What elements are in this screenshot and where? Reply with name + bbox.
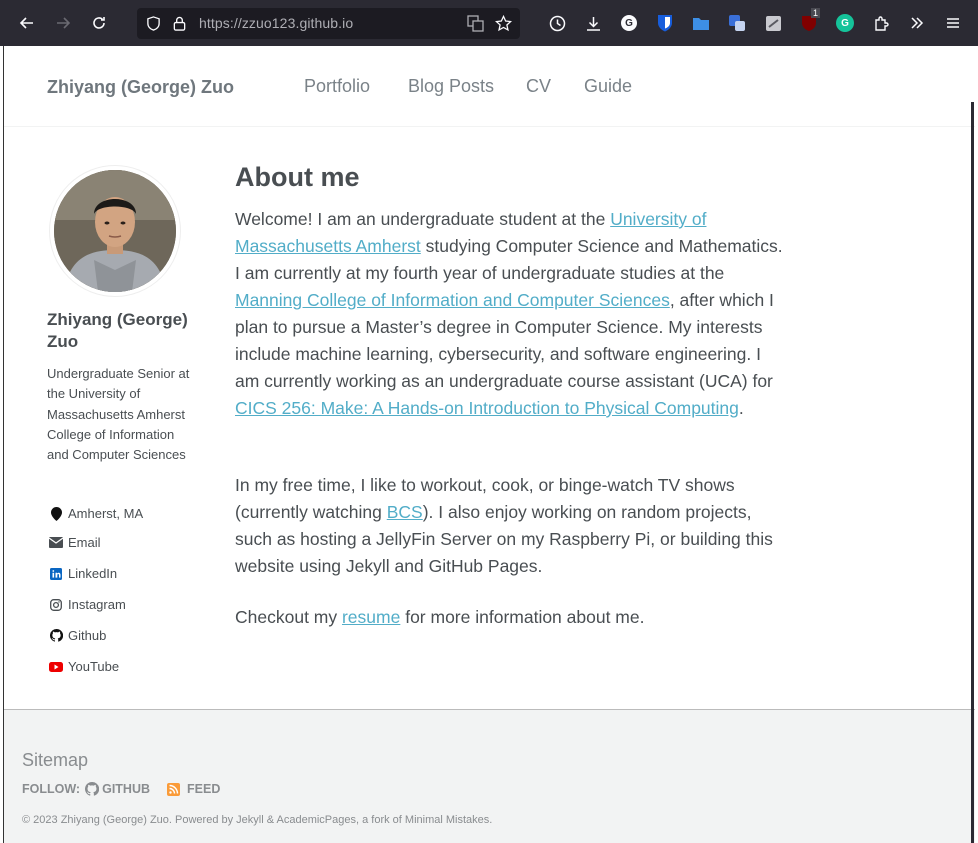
double-chevron-icon <box>911 17 924 29</box>
download-icon <box>586 16 600 31</box>
masthead: Zhiyang (George) Zuo Portfolio Blog Post… <box>4 46 975 127</box>
forward-button[interactable] <box>51 11 75 35</box>
url-text: https://zzuo123.github.io <box>199 15 354 31</box>
extension-g[interactable]: G <box>618 12 640 34</box>
author-instagram-link[interactable]: Instagram <box>49 597 126 612</box>
author-youtube-link[interactable]: YouTube <box>49 659 119 674</box>
hamburger-icon <box>947 18 959 28</box>
bcs-link[interactable]: BCS <box>387 502 423 522</box>
email-label: Email <box>68 535 101 550</box>
footer-github-label: GITHUB <box>102 782 151 796</box>
footer-feed-label: FEED <box>187 782 221 796</box>
extension-badge: 1 <box>811 8 821 18</box>
site-title[interactable]: Zhiyang (George) Zuo <box>47 77 234 98</box>
author-github-link[interactable]: Github <box>49 628 106 643</box>
resume-text-1: Checkout my <box>235 607 342 627</box>
downloads-button[interactable] <box>582 12 604 34</box>
page-footer: Sitemap FOLLOW: GITHUB FEED © 2023 Zhiya… <box>4 709 975 843</box>
reload-icon <box>93 17 105 29</box>
resume-paragraph: Checkout my resume for more information … <box>235 604 787 631</box>
youtube-icon <box>49 660 63 674</box>
history-button[interactable] <box>546 12 568 34</box>
github-icon <box>49 629 63 643</box>
back-button[interactable] <box>15 11 39 35</box>
sitemap-link[interactable]: Sitemap <box>22 750 88 771</box>
follow-bar: FOLLOW: GITHUB FEED <box>22 782 220 796</box>
avatar <box>49 165 181 297</box>
nav-blog-posts[interactable]: Blog Posts <box>408 76 494 97</box>
bitwarden-shield-icon <box>658 15 672 32</box>
overflow-button[interactable] <box>906 12 928 34</box>
profile-photo <box>54 170 176 292</box>
instagram-icon <box>49 598 63 612</box>
intro-paragraph: Welcome! I am an undergraduate student a… <box>235 206 787 422</box>
github-icon <box>85 782 100 796</box>
author-name: Zhiyang (George) Zuo <box>47 310 188 351</box>
address-bar[interactable]: https://zzuo123.github.io <box>137 8 520 39</box>
page-title: About me <box>235 162 360 192</box>
resume-text-2: for more information about me. <box>400 607 645 627</box>
shield-icon[interactable] <box>146 16 161 31</box>
free-time-paragraph: In my free time, I like to workout, cook… <box>235 472 787 580</box>
extension-grey[interactable] <box>762 12 784 34</box>
manning-college-link[interactable]: Manning College of Information and Compu… <box>235 290 670 310</box>
nav-cv[interactable]: CV <box>526 76 551 97</box>
tool-extension-icon <box>765 15 781 31</box>
map-pin-icon <box>49 506 63 521</box>
envelope-icon <box>49 536 63 550</box>
extensions-button[interactable] <box>870 12 892 34</box>
follow-label: FOLLOW: <box>22 782 81 796</box>
nav-guide[interactable]: Guide <box>584 76 632 97</box>
resume-link[interactable]: resume <box>342 607 400 627</box>
intro-text-1: Welcome! I am an undergraduate student a… <box>235 209 611 229</box>
browser-toolbar: https://zzuo123.github.io G 1 G <box>0 0 978 46</box>
menu-button[interactable] <box>942 12 964 34</box>
location-label: Amherst, MA <box>68 506 144 521</box>
github-label: Github <box>68 628 107 643</box>
rss-icon <box>167 782 181 796</box>
footer-github-link[interactable]: GITHUB <box>85 782 150 796</box>
linkedin-icon <box>49 567 63 581</box>
extension-ublock[interactable]: 1 <box>798 8 821 34</box>
clock-icon <box>549 15 565 31</box>
footer-feed-link[interactable]: FEED <box>167 782 220 796</box>
translate-icon[interactable] <box>467 15 484 32</box>
folder-icon <box>693 18 709 30</box>
author-linkedin-link[interactable]: LinkedIn <box>49 566 117 581</box>
forward-arrow-icon <box>57 17 71 29</box>
back-arrow-icon <box>19 17 33 29</box>
scrollbar[interactable] <box>971 102 974 843</box>
page-content: Zhiyang (George) Zuo Portfolio Blog Post… <box>3 46 975 843</box>
extension-translate[interactable] <box>726 12 748 34</box>
author-location: Amherst, MA <box>49 506 143 521</box>
reload-button[interactable] <box>87 11 111 35</box>
extension-bitwarden[interactable] <box>654 12 676 34</box>
g-extension-icon: G <box>621 15 637 31</box>
grammarly-icon: G <box>836 14 854 32</box>
puzzle-icon <box>874 15 889 31</box>
extension-folder[interactable] <box>690 12 712 34</box>
intro-text-4: . <box>738 398 744 418</box>
linkedin-label: LinkedIn <box>68 566 118 581</box>
nav-portfolio[interactable]: Portfolio <box>304 76 370 97</box>
lock-icon[interactable] <box>173 16 186 31</box>
copyright-text: © 2023 Zhiyang (George) Zuo. Powered by … <box>22 814 493 826</box>
cics256-link[interactable]: CICS 256: Make: A Hands-on Introduction … <box>235 398 739 418</box>
youtube-label: YouTube <box>68 659 120 674</box>
extension-grammarly[interactable]: G <box>834 12 856 34</box>
author-email-link[interactable]: Email <box>49 535 101 550</box>
author-bio: Undergraduate Senior at the University o… <box>47 366 190 463</box>
translator-icon <box>729 15 745 31</box>
bookmark-star-icon[interactable] <box>495 15 512 32</box>
instagram-label: Instagram <box>68 597 126 612</box>
